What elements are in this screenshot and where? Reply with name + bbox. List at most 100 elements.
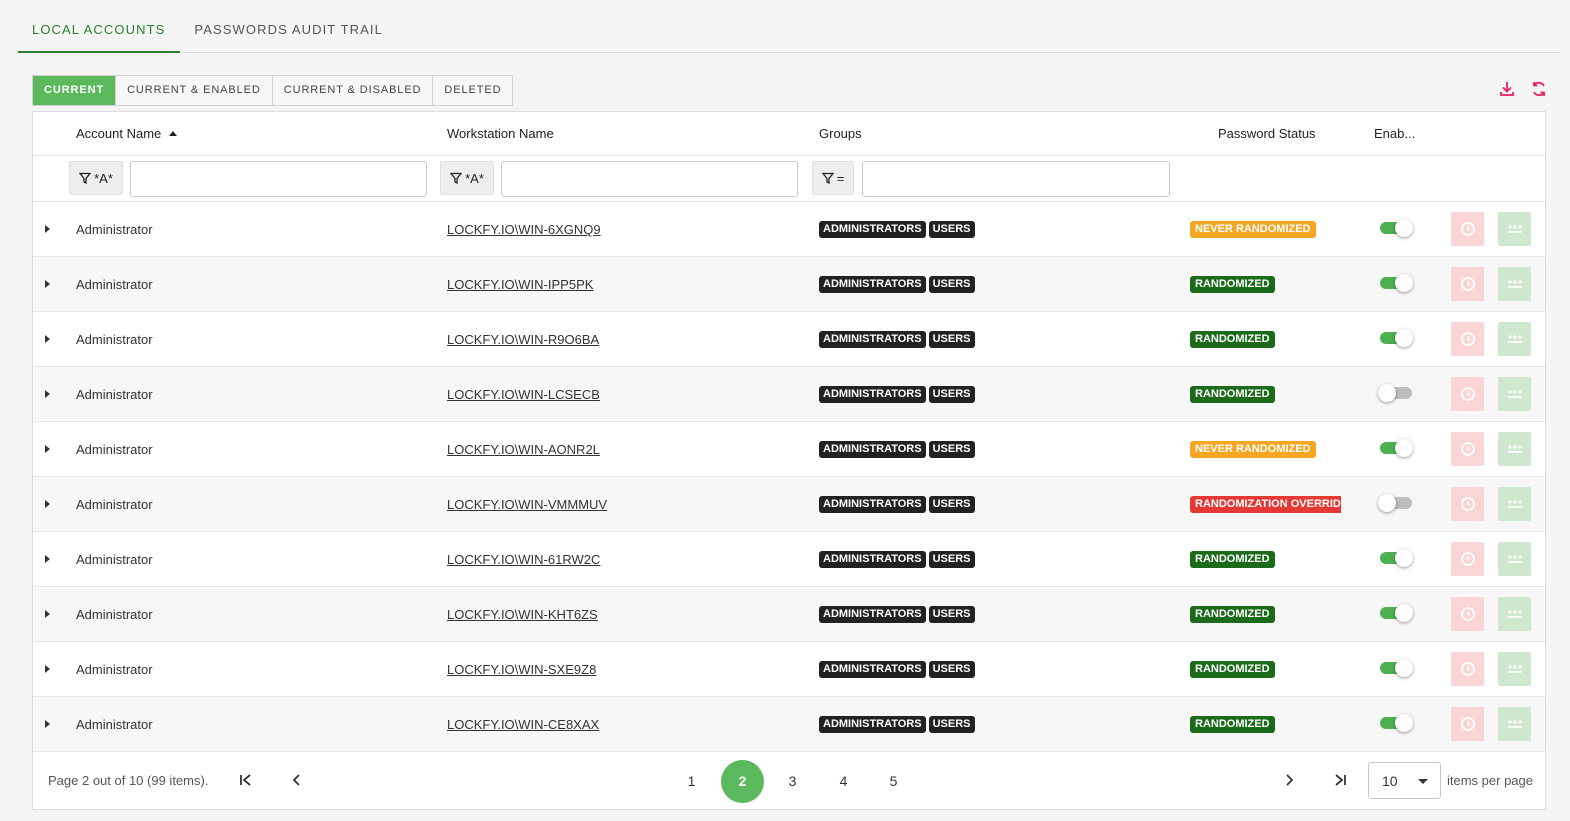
enabled-toggle[interactable] (1380, 659, 1413, 677)
enabled-toggle[interactable] (1380, 604, 1413, 622)
password-status-badge: RANDOMIZED (1190, 551, 1275, 568)
tab-local-accounts[interactable]: LOCAL ACCOUNTS (18, 0, 181, 53)
expand-row-icon[interactable] (45, 500, 50, 508)
account-filter-input[interactable] (130, 161, 427, 197)
expand-row-icon[interactable] (45, 610, 50, 618)
workstation-link[interactable]: LOCKFY.IO\WIN-IPP5PK (447, 277, 593, 292)
enabled-toggle[interactable] (1378, 494, 1412, 512)
column-header-groups[interactable]: Groups (819, 126, 862, 141)
workstation-link[interactable]: LOCKFY.IO\WIN-CE8XAX (447, 717, 599, 732)
group-badge: ADMINISTRATORS (819, 661, 926, 678)
column-header-enabled[interactable]: Enab... (1374, 126, 1415, 141)
more-actions-button[interactable] (1498, 707, 1531, 741)
enabled-toggle[interactable] (1380, 549, 1413, 567)
table-row[interactable]: Administrator LOCKFY.IO\WIN-KHT6ZS ADMIN… (33, 587, 1545, 642)
table-row[interactable]: Administrator LOCKFY.IO\WIN-CE8XAX ADMIN… (33, 697, 1545, 752)
more-actions-button[interactable] (1498, 597, 1531, 631)
reset-password-button[interactable] (1451, 377, 1484, 411)
expand-row-icon[interactable] (45, 445, 50, 453)
expand-row-icon[interactable] (45, 280, 50, 288)
column-header-password-status[interactable]: Password Status (1218, 126, 1316, 141)
filter-deleted-button[interactable]: DELETED (433, 76, 512, 105)
filter-current-disabled-button[interactable]: CURRENT & DISABLED (273, 76, 434, 105)
expand-row-icon[interactable] (45, 225, 50, 233)
group-badge: ADMINISTRATORS (819, 221, 926, 238)
workstation-link[interactable]: LOCKFY.IO\WIN-AONR2L (447, 442, 600, 457)
table-row[interactable]: Administrator LOCKFY.IO\WIN-VMMMUV ADMIN… (33, 477, 1545, 532)
enabled-toggle[interactable] (1378, 384, 1412, 402)
expand-row-icon[interactable] (45, 555, 50, 563)
reset-password-button[interactable] (1451, 652, 1484, 686)
column-header-account[interactable]: Account Name (76, 126, 178, 141)
more-actions-button[interactable] (1498, 267, 1531, 301)
next-page-icon[interactable] (1279, 770, 1299, 790)
table-row[interactable]: Administrator LOCKFY.IO\WIN-R9O6BA ADMIN… (33, 312, 1545, 367)
enabled-toggle[interactable] (1380, 219, 1413, 237)
more-icon (1507, 500, 1522, 508)
page-number-4[interactable]: 4 (822, 760, 865, 803)
reset-password-button[interactable] (1451, 487, 1484, 521)
reset-password-button[interactable] (1451, 432, 1484, 466)
workstation-link[interactable]: LOCKFY.IO\WIN-LCSECB (447, 387, 600, 402)
accounts-grid: Account Name Workstation Name Groups Pas… (32, 111, 1546, 810)
workstation-link[interactable]: LOCKFY.IO\WIN-SXE9Z8 (447, 662, 596, 677)
enabled-toggle[interactable] (1380, 714, 1413, 732)
workstation-filter-input[interactable] (501, 161, 798, 197)
expand-row-icon[interactable] (45, 720, 50, 728)
password-status-badge: RANDOMIZATION OVERRIDDEN (1190, 496, 1341, 513)
reset-password-button[interactable] (1451, 707, 1484, 741)
filter-current-enabled-button[interactable]: CURRENT & ENABLED (116, 76, 273, 105)
groups-filter-operator[interactable]: = (812, 161, 854, 195)
more-actions-button[interactable] (1498, 377, 1531, 411)
reset-password-button[interactable] (1451, 542, 1484, 576)
reset-password-button[interactable] (1451, 597, 1484, 631)
workstation-link[interactable]: LOCKFY.IO\WIN-61RW2C (447, 552, 600, 567)
first-page-icon[interactable] (236, 770, 256, 790)
more-actions-button[interactable] (1498, 432, 1531, 466)
table-row[interactable]: Administrator LOCKFY.IO\WIN-6XGNQ9 ADMIN… (33, 202, 1545, 257)
page-number-5[interactable]: 5 (872, 760, 915, 803)
page-number-1[interactable]: 1 (670, 760, 713, 803)
more-actions-button[interactable] (1498, 487, 1531, 521)
workstation-link[interactable]: LOCKFY.IO\WIN-6XGNQ9 (447, 222, 601, 237)
refresh-icon[interactable] (1530, 80, 1548, 103)
account-filter-operator[interactable]: *A* (69, 161, 123, 195)
workstation-link[interactable]: LOCKFY.IO\WIN-R9O6BA (447, 332, 599, 347)
table-row[interactable]: Administrator LOCKFY.IO\WIN-IPP5PK ADMIN… (33, 257, 1545, 312)
more-actions-button[interactable] (1498, 322, 1531, 356)
workstation-link[interactable]: LOCKFY.IO\WIN-VMMMUV (447, 497, 607, 512)
chevron-down-icon (1418, 779, 1428, 784)
workstation-link[interactable]: LOCKFY.IO\WIN-KHT6ZS (447, 607, 598, 622)
filter-current-button[interactable]: CURRENT (33, 76, 117, 105)
page-number-3[interactable]: 3 (771, 760, 814, 803)
filter-row: *A* *A* = (33, 156, 1545, 202)
page-number-2[interactable]: 2 (721, 760, 764, 803)
table-row[interactable]: Administrator LOCKFY.IO\WIN-AONR2L ADMIN… (33, 422, 1545, 477)
download-icon[interactable] (1498, 80, 1516, 103)
table-row[interactable]: Administrator LOCKFY.IO\WIN-61RW2C ADMIN… (33, 532, 1545, 587)
enabled-toggle[interactable] (1380, 439, 1413, 457)
last-page-icon[interactable] (1330, 770, 1350, 790)
funnel-icon (79, 172, 92, 184)
column-header-workstation[interactable]: Workstation Name (447, 126, 554, 141)
more-actions-button[interactable] (1498, 212, 1531, 246)
groups-filter-input[interactable] (862, 161, 1170, 197)
more-icon (1507, 555, 1522, 563)
group-badge: USERS (928, 661, 975, 678)
prev-page-icon[interactable] (287, 770, 307, 790)
reset-password-button[interactable] (1451, 322, 1484, 356)
expand-row-icon[interactable] (45, 390, 50, 398)
page-size-select[interactable]: 10 (1368, 762, 1441, 799)
table-row[interactable]: Administrator LOCKFY.IO\WIN-SXE9Z8 ADMIN… (33, 642, 1545, 697)
workstation-filter-operator[interactable]: *A* (440, 161, 494, 195)
more-actions-button[interactable] (1498, 542, 1531, 576)
enabled-toggle[interactable] (1380, 274, 1413, 292)
expand-row-icon[interactable] (45, 665, 50, 673)
reset-password-button[interactable] (1451, 212, 1484, 246)
expand-row-icon[interactable] (45, 335, 50, 343)
more-actions-button[interactable] (1498, 652, 1531, 686)
table-row[interactable]: Administrator LOCKFY.IO\WIN-LCSECB ADMIN… (33, 367, 1545, 422)
reset-password-button[interactable] (1451, 267, 1484, 301)
enabled-toggle[interactable] (1380, 329, 1413, 347)
tab-passwords-audit-trail[interactable]: PASSWORDS AUDIT TRAIL (180, 0, 398, 53)
